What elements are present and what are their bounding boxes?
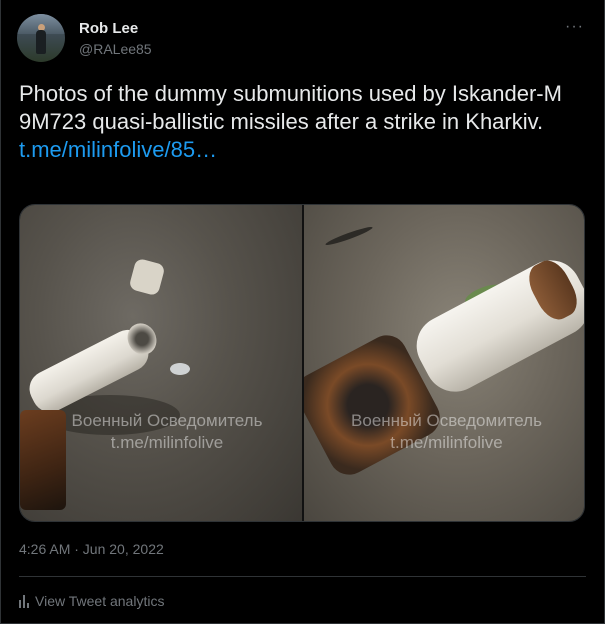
watermark-line2: t.me/milinfolive [110,433,224,452]
view-analytics-link[interactable]: View Tweet analytics [19,593,164,609]
author-handle[interactable]: @RALee85 [79,41,152,57]
photo-right[interactable]: Военный Осведомитель t.me/milinfolive [304,205,584,521]
watermark-line1: Военный Осведомитель [351,411,542,430]
avatar-figure [36,30,46,54]
watermark-line2: t.me/milinfolive [390,433,503,452]
photo-left[interactable]: Военный Осведомитель t.me/milinfolive [20,205,302,521]
watermark-left: Военный Осведомитель t.me/milinfolive [52,410,282,454]
media-grid: Военный Осведомитель t.me/milinfolive Во… [19,204,585,522]
analytics-label: View Tweet analytics [35,593,165,609]
fragment [128,257,166,297]
watermark-right: Военный Осведомитель t.me/milinfolive [324,410,569,454]
watermark-line1: Военный Осведомитель [71,411,263,430]
avatar[interactable] [17,14,65,62]
more-options-icon[interactable]: ··· [565,18,584,36]
divider [19,576,586,577]
tweet-text: Photos of the dummy submunitions used by… [19,81,562,134]
tweet-text-block: Photos of the dummy submunitions used by… [19,80,589,164]
twig [324,224,374,248]
pebble [170,363,190,375]
author-name[interactable]: Rob Lee [79,20,138,37]
analytics-icon [19,594,29,608]
tweet-timestamp[interactable]: 4:26 AM · Jun 20, 2022 [19,541,164,557]
tweet-link[interactable]: t.me/milinfolive/85… [19,136,589,164]
tweet-card: Rob Lee @RALee85 ··· Photos of the dummy… [0,0,605,624]
